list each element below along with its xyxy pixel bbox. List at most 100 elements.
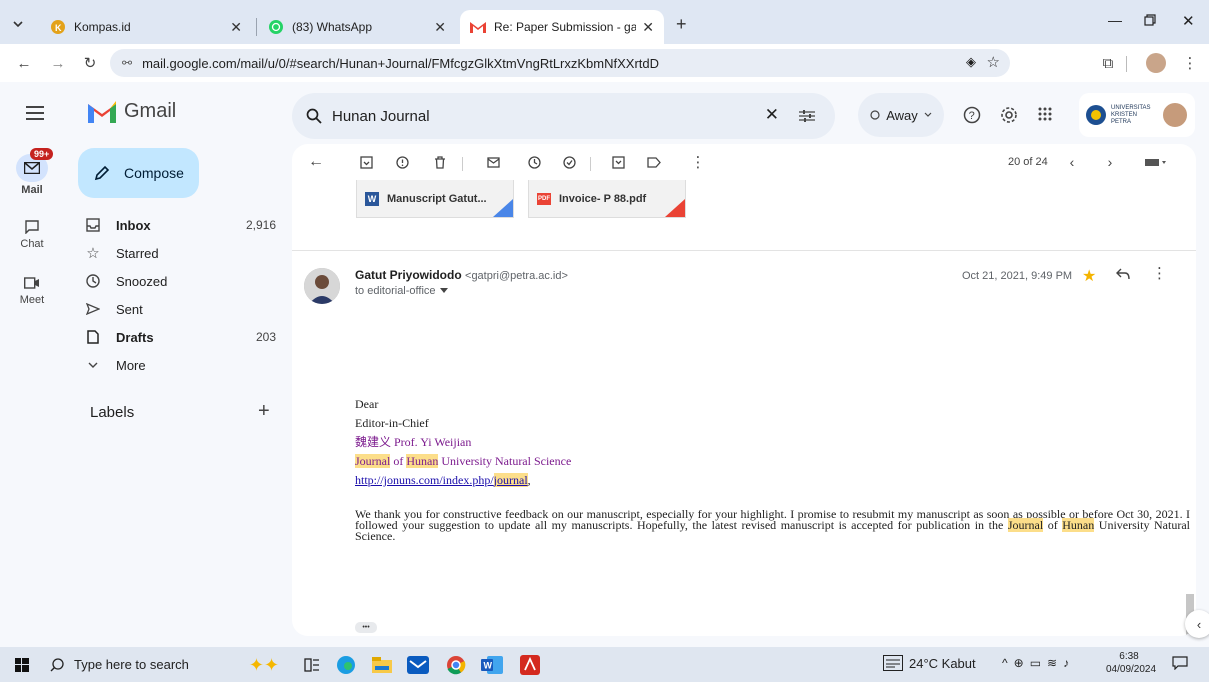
profile-avatar[interactable] — [1146, 53, 1166, 73]
show-trimmed-content-button[interactable]: ••• — [355, 622, 377, 633]
nav-snoozed[interactable]: Snoozed — [74, 267, 284, 295]
close-icon[interactable]: ✕ — [434, 19, 446, 36]
forward-icon[interactable]: → — [48, 53, 68, 73]
label-icon[interactable] — [644, 152, 664, 172]
nav-label: Snoozed — [116, 273, 168, 289]
highlighted-term: Hunan — [1062, 518, 1095, 532]
report-spam-icon[interactable] — [392, 152, 412, 172]
mark-unread-icon[interactable] — [484, 152, 504, 172]
newer-chevron-icon[interactable]: ‹ — [1062, 152, 1082, 172]
edge-icon[interactable] — [334, 653, 358, 677]
new-tab-button[interactable]: + — [676, 14, 687, 35]
notifications-icon[interactable] — [1172, 656, 1188, 670]
word-doc-icon: W — [365, 191, 379, 206]
search-bar[interactable]: Hunan Journal ✕ — [292, 93, 835, 139]
main-menu-icon[interactable] — [26, 106, 44, 120]
status-selector[interactable]: Away — [858, 93, 944, 137]
close-icon[interactable]: ✕ — [230, 19, 242, 36]
apps-grid-icon[interactable] — [1038, 107, 1052, 121]
labels-heading: Labels — [90, 404, 135, 421]
account-switcher[interactable]: UNIVERSITAS KRISTEN PETRA — [1079, 93, 1195, 137]
clear-search-icon[interactable]: ✕ — [765, 105, 779, 125]
browser-menu-icon[interactable]: ⋮ — [1180, 53, 1200, 73]
input-tools-icon[interactable] — [1140, 152, 1172, 172]
recipient-text: to editorial-office — [355, 285, 436, 297]
whatsapp-icon — [268, 19, 284, 35]
account-avatar[interactable] — [1161, 101, 1189, 129]
help-icon[interactable]: ? — [963, 106, 981, 124]
journal-link[interactable]: http://jonuns.com/index.php/journal — [355, 473, 528, 487]
side-panel-toggle[interactable]: ‹ — [1185, 610, 1209, 638]
clock[interactable]: 6:38 04/09/2024 — [1106, 650, 1156, 676]
extensions-icon[interactable]: ⧉ — [1098, 53, 1118, 73]
older-chevron-icon[interactable]: › — [1100, 152, 1120, 172]
org-logo-text: UNIVERSITAS KRISTEN PETRA — [1111, 104, 1151, 125]
gmail-logo[interactable]: Gmail — [88, 100, 176, 123]
eye-icon[interactable]: ◈ — [966, 54, 976, 70]
mail-app-icon[interactable] — [406, 653, 430, 677]
reply-icon[interactable] — [1116, 268, 1130, 280]
bookmark-star-icon[interactable]: ☆ — [987, 53, 1000, 71]
address-bar[interactable]: ⚯ mail.google.com/mail/u/0/#search/Hunan… — [110, 49, 1010, 77]
back-icon[interactable]: ← — [14, 53, 34, 73]
weather-widget[interactable]: 24°C Kabut — [883, 655, 976, 671]
task-view-icon[interactable] — [300, 653, 324, 677]
nav-drafts[interactable]: Drafts 203 — [74, 323, 284, 351]
volume-icon: ♪ — [1063, 656, 1076, 670]
inbox-icon — [84, 218, 102, 232]
chrome-icon[interactable] — [444, 653, 468, 677]
search-input[interactable]: Hunan Journal — [332, 108, 430, 125]
acrobat-icon[interactable] — [518, 653, 542, 677]
attachment-name: Invoice- P 88.pdf — [559, 192, 647, 205]
window-close-button[interactable]: ✕ — [1182, 12, 1195, 30]
tab-search-button[interactable] — [8, 14, 28, 34]
windows-taskbar: Type here to search ✦✦ W 24°C Kabut ^⊕▭≋… — [0, 647, 1209, 682]
chevron-down-icon — [13, 21, 23, 28]
close-icon[interactable]: ✕ — [642, 19, 654, 36]
rail-meet[interactable]: Meet — [8, 272, 56, 306]
compose-button[interactable]: Compose — [78, 148, 199, 198]
rail-chat[interactable]: Chat — [8, 216, 56, 250]
kompas-icon: K — [50, 19, 66, 35]
move-to-icon[interactable] — [608, 152, 628, 172]
delete-icon[interactable] — [430, 152, 450, 172]
more-actions-icon[interactable]: ⋮ — [688, 152, 708, 172]
system-tray-icons[interactable]: ^⊕▭≋♪ — [1002, 656, 1075, 670]
svg-text:W: W — [484, 661, 493, 671]
tab-title: Kompas.id — [74, 20, 131, 34]
add-label-button[interactable]: + — [258, 400, 270, 423]
restore-button[interactable] — [1144, 14, 1156, 26]
archive-icon[interactable] — [356, 152, 376, 172]
tab-gmail[interactable]: Re: Paper Submission - gatpri@ ✕ — [460, 10, 664, 44]
snooze-icon[interactable] — [524, 152, 544, 172]
attachment-invoice[interactable]: PDF Invoice- P 88.pdf — [528, 180, 686, 218]
nav-sent[interactable]: Sent — [74, 295, 284, 323]
back-to-search-icon[interactable]: ← — [306, 152, 326, 172]
recipient-name: 魏建义 Prof. Yi Weijian — [355, 435, 472, 449]
message-body: Dear Editor-in-Chief 魏建义 Prof. Yi Weijia… — [355, 395, 1190, 542]
reload-icon[interactable]: ↻ — [80, 53, 100, 73]
university-logo — [1086, 105, 1106, 125]
taskbar-search[interactable]: Type here to search — [44, 650, 234, 679]
nav-inbox[interactable]: Inbox 2,916 — [74, 211, 284, 239]
add-task-icon[interactable] — [560, 152, 580, 172]
pdf-icon: PDF — [537, 192, 551, 205]
recipient-details[interactable]: to editorial-office — [355, 285, 448, 297]
windows-start-icon[interactable] — [10, 653, 34, 677]
file-explorer-icon[interactable] — [370, 653, 394, 677]
tab-kompas[interactable]: K Kompas.id ✕ — [40, 10, 252, 44]
settings-gear-icon[interactable] — [1000, 106, 1018, 124]
minimize-button[interactable]: — — [1108, 12, 1122, 28]
nav-starred[interactable]: ☆ Starred — [74, 239, 284, 267]
sender-avatar[interactable] — [304, 268, 340, 304]
message-more-icon[interactable]: ⋮ — [1152, 264, 1167, 282]
site-info-icon[interactable]: ⚯ — [122, 56, 132, 70]
star-filled-icon[interactable]: ★ — [1082, 266, 1096, 286]
gmail-app: Gmail 99+ Mail Chat Meet Compose Inbox 2… — [0, 82, 1209, 647]
nav-more[interactable]: More — [74, 351, 284, 379]
rail-mail[interactable]: 99+ Mail — [8, 148, 56, 196]
tab-whatsapp[interactable]: (83) WhatsApp ✕ — [258, 10, 456, 44]
word-icon[interactable]: W — [480, 653, 504, 677]
copilot-sparkle-icon[interactable]: ✦✦ — [244, 653, 284, 677]
attachment-manuscript[interactable]: W Manuscript Gatut... — [356, 180, 514, 218]
